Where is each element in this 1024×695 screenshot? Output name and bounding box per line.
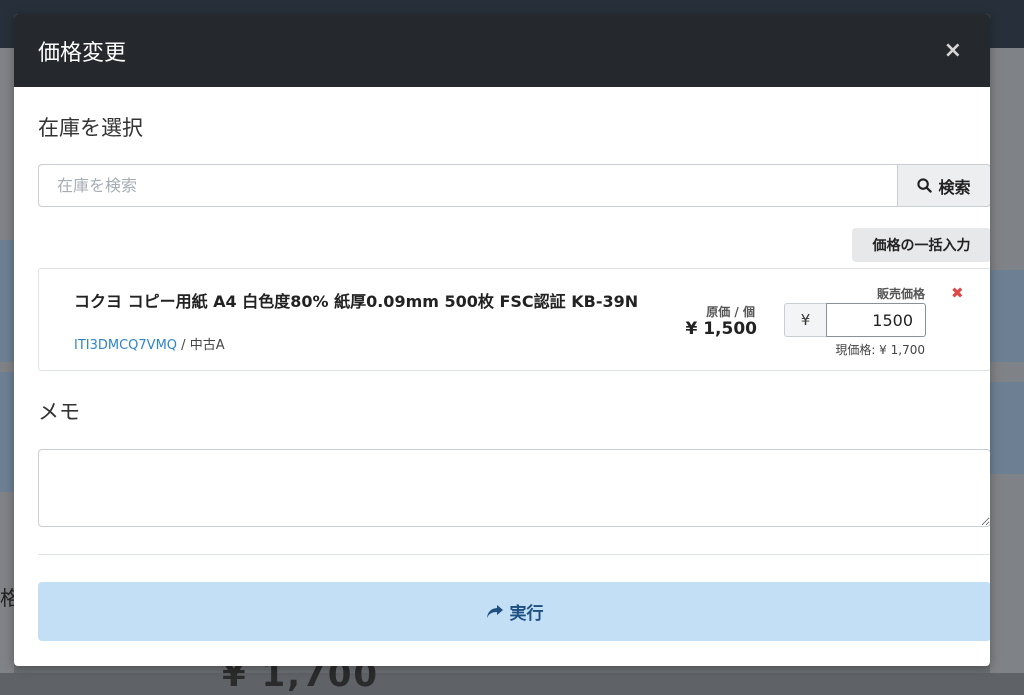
search-button[interactable]: 検索	[897, 164, 990, 207]
background-card-right	[990, 270, 1024, 362]
sale-price-input[interactable]	[826, 303, 926, 337]
share-icon	[486, 605, 503, 618]
search-button-label: 検索	[938, 177, 971, 197]
price-change-modal: 価格変更 × 在庫を選択 検索 価格の一括入力 コクヨ コピー用紙 A4 白色度…	[14, 14, 990, 666]
item-name: コクヨ コピー用紙 A4 白色度80% 紙厚0.09mm 500枚 FSC認証 …	[74, 292, 639, 311]
bulk-price-input-button[interactable]: 価格の一括入力	[852, 228, 990, 262]
background-card-left-2	[0, 372, 14, 492]
execute-button-label: 実行	[509, 604, 544, 624]
current-price: 現価格: ¥ 1,700	[835, 343, 925, 357]
stock-section-title: 在庫を選択	[38, 116, 143, 140]
item-meta: ITI3DMCQ7VMQ / 中古A	[74, 334, 225, 353]
memo-section-title: メモ	[38, 400, 80, 424]
stock-search-input[interactable]	[38, 164, 897, 207]
cost-label: 原価 / 個	[706, 305, 755, 319]
item-condition: 中古A	[189, 338, 225, 353]
stock-search-row: 検索	[38, 164, 990, 207]
remove-item-icon[interactable]: ✖	[951, 284, 964, 302]
sale-price-label: 販売価格	[876, 287, 925, 301]
close-button[interactable]: ×	[940, 34, 966, 67]
selected-item-card: コクヨ コピー用紙 A4 白色度80% 紙厚0.09mm 500枚 FSC認証 …	[38, 268, 990, 371]
item-code-link[interactable]: ITI3DMCQ7VMQ	[74, 338, 177, 353]
search-icon	[917, 178, 933, 193]
modal-title: 価格変更	[38, 40, 127, 66]
background-card-right-2	[990, 382, 1024, 474]
memo-textarea[interactable]	[38, 449, 990, 527]
sale-price-group: ¥	[784, 303, 926, 337]
item-meta-separator: /	[177, 338, 190, 353]
modal-header: 価格変更 ×	[14, 14, 990, 87]
currency-addon: ¥	[784, 303, 826, 337]
execute-button[interactable]: 実行	[38, 582, 990, 641]
divider	[38, 554, 990, 555]
cost-value: ¥ 1,500	[685, 319, 757, 339]
background-card-left	[0, 240, 14, 362]
